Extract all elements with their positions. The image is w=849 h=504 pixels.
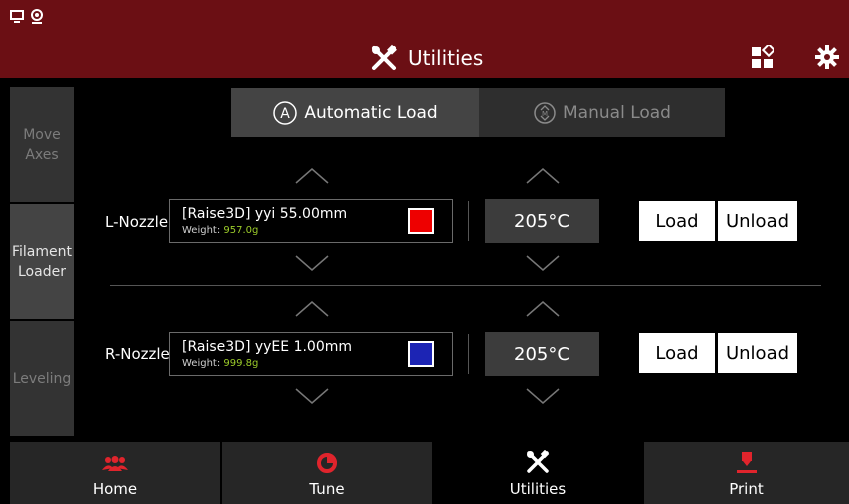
r-nozzle-label: R-Nozzle	[105, 345, 170, 363]
nav-home-label: Home	[92, 480, 138, 498]
r-nozzle-filament-box[interactable]: [Raise3D] yyEE 1.00mm Weight: 999.8g	[169, 332, 453, 376]
l-nozzle-filament-box[interactable]: [Raise3D] yyi 55.00mm Weight: 957.0g	[169, 199, 453, 243]
r-nozzle-unload-button[interactable]: Unload	[718, 333, 797, 373]
title-bar: Utilities	[0, 38, 849, 78]
nav-tab-print[interactable]: Print	[644, 442, 849, 504]
sidebar-item-leveling[interactable]: Leveling	[10, 321, 74, 436]
r-nozzle-temp-up-arrow-icon[interactable]	[525, 300, 561, 318]
nav-tab-tune[interactable]: Tune	[222, 442, 432, 504]
r-nozzle-weight: Weight: 999.8g	[182, 358, 259, 369]
l-nozzle-temp-up-arrow-icon[interactable]	[525, 167, 561, 185]
tune-pie-icon	[316, 452, 338, 474]
automatic-mode-icon: A	[272, 100, 298, 126]
r-nozzle-temp-down-arrow-icon[interactable]	[525, 387, 561, 405]
divider	[468, 201, 469, 241]
l-nozzle-temperature[interactable]: 205°C	[485, 199, 599, 243]
sidebar-item-move-axes[interactable]: Move Axes	[10, 87, 74, 202]
l-nozzle-filament-up-arrow-icon[interactable]	[294, 167, 330, 185]
settings-gear-icon[interactable]	[815, 45, 839, 69]
l-nozzle-load-button[interactable]: Load	[639, 201, 715, 241]
tab-manual-load[interactable]: M Manual Load	[479, 88, 725, 137]
webcam-icon	[30, 9, 44, 25]
tab-automatic-label: Automatic Load	[304, 102, 438, 123]
sidebar: Move Axes Filament Loader Leveling	[10, 87, 74, 436]
status-bar	[0, 0, 849, 38]
r-nozzle-filament-up-arrow-icon[interactable]	[294, 300, 330, 318]
users-icon	[102, 456, 128, 472]
nav-tune-label: Tune	[309, 480, 345, 498]
nav-tab-home[interactable]: Home	[10, 442, 220, 504]
l-nozzle-weight: Weight: 957.0g	[182, 225, 259, 236]
l-nozzle-temp-down-arrow-icon[interactable]	[525, 254, 561, 272]
r-nozzle-filament-down-arrow-icon[interactable]	[294, 387, 330, 405]
sidebar-item-filament-loader[interactable]: Filament Loader	[10, 204, 74, 319]
l-nozzle-filament-name: [Raise3D] yyi 55.00mm	[182, 206, 348, 222]
manual-mode-icon: M	[533, 101, 557, 125]
monitor-icon	[10, 10, 24, 24]
row-divider	[110, 285, 821, 286]
tab-manual-label: Manual Load	[563, 102, 671, 123]
l-nozzle-color-swatch	[408, 208, 434, 234]
nav-utilities-label: Utilities	[509, 480, 567, 498]
nav-print-label: Print	[729, 480, 764, 498]
divider	[468, 334, 469, 374]
l-nozzle-filament-down-arrow-icon[interactable]	[294, 254, 330, 272]
l-nozzle-label: L-Nozzle	[105, 213, 169, 231]
print-nozzle-icon	[736, 452, 758, 474]
page-title: Utilities	[370, 44, 483, 72]
svg-text:M: M	[542, 110, 548, 118]
svg-text:A: A	[281, 106, 291, 122]
tools-icon	[526, 450, 550, 474]
tools-icon	[370, 44, 398, 72]
bottom-nav: Home Tune Utilities Print	[10, 442, 849, 504]
tab-automatic-load[interactable]: A Automatic Load	[231, 88, 479, 137]
apps-grid-icon[interactable]	[752, 45, 774, 69]
r-nozzle-load-button[interactable]: Load	[639, 333, 715, 373]
r-nozzle-color-swatch	[408, 341, 434, 367]
r-nozzle-temperature[interactable]: 205°C	[485, 332, 599, 376]
l-nozzle-unload-button[interactable]: Unload	[718, 201, 797, 241]
nav-tab-utilities[interactable]: Utilities	[434, 442, 642, 504]
r-nozzle-filament-name: [Raise3D] yyEE 1.00mm	[182, 339, 353, 355]
page-title-text: Utilities	[408, 46, 484, 70]
